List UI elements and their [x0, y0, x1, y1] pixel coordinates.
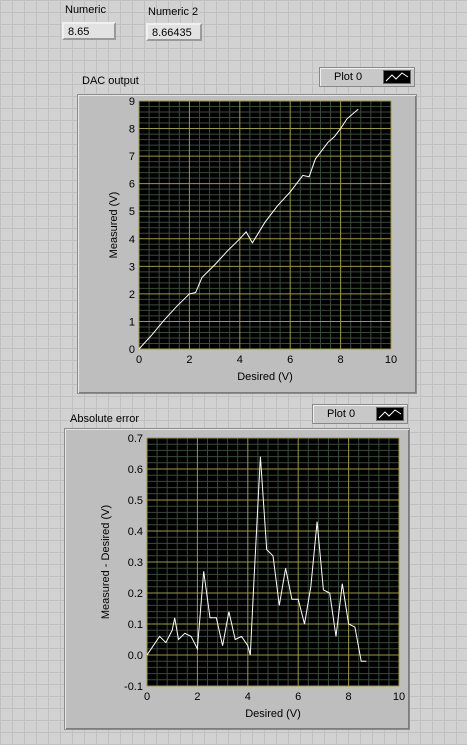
y-tick-label: 0.4: [128, 526, 143, 538]
y-axis-label: Measured (V): [108, 192, 120, 259]
y-tick-label: 8: [129, 124, 135, 136]
y-tick-label: 0.5: [128, 495, 143, 507]
x-tick-label: 6: [287, 354, 293, 366]
y-tick-label: 7: [129, 151, 135, 163]
y-tick-label: 3: [129, 261, 135, 273]
x-tick-label: 4: [245, 691, 251, 703]
plot-area-1: [139, 101, 391, 349]
y-tick-label: 0.1: [128, 619, 143, 631]
x-tick-label: 2: [194, 691, 200, 703]
x-tick-label: 2: [186, 354, 192, 366]
x-tick-label: 8: [338, 354, 344, 366]
y-tick-label: 0.2: [128, 588, 143, 600]
y-tick-label: 0: [129, 344, 135, 356]
x-tick-label: 10: [393, 691, 405, 703]
y-tick-label: 0.0: [128, 650, 143, 662]
y-tick-label: 9: [129, 96, 135, 108]
y-tick-label: 1: [129, 316, 135, 328]
x-tick-label: 6: [295, 691, 301, 703]
y-tick-label: 0.3: [128, 557, 143, 569]
graphs-svg: 0 2 4 6 8 10 0 1 2 3 4 5 6 7 8 9 Desired (V) Measured (V)…: [100, 96, 405, 720]
x-tick-label: 10: [385, 354, 397, 366]
y-axis-label: Measured - Desired (V): [100, 505, 112, 619]
y-tick-label: -0.1: [124, 681, 143, 693]
y-tick-label: 0.7: [128, 433, 143, 445]
x-tick-label: 4: [237, 354, 243, 366]
x-axis-label: Desired (V): [237, 371, 293, 383]
x-axis-label: Desired (V): [245, 708, 301, 720]
x-tick-label: 8: [346, 691, 352, 703]
y-tick-label: 6: [129, 179, 135, 191]
y-tick-label: 5: [129, 206, 135, 218]
x-tick-label: 0: [136, 354, 142, 366]
y-tick-label: 0.6: [128, 464, 143, 476]
x-tick-label: 0: [144, 691, 150, 703]
y-tick-label: 4: [129, 234, 135, 246]
y-tick-label: 2: [129, 289, 135, 301]
